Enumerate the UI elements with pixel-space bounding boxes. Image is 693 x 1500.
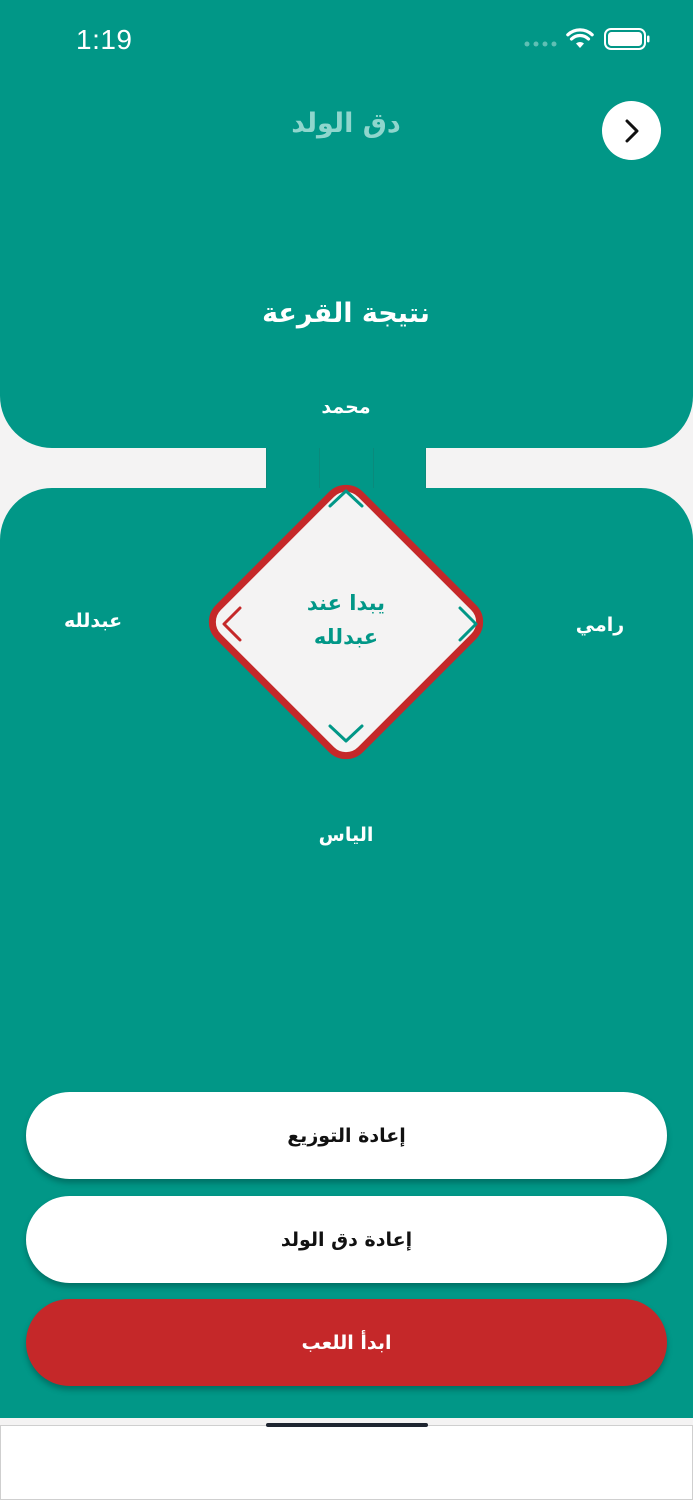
- starting-player-name: عبدلله: [313, 625, 379, 649]
- start-game-button[interactable]: ابدأ اللعب: [26, 1299, 667, 1386]
- home-indicator: [266, 1423, 428, 1427]
- battery-icon: [604, 28, 650, 50]
- wifi-icon: [566, 28, 594, 48]
- chevron-up-icon: [328, 489, 364, 508]
- page-title: دق الولد: [291, 108, 401, 139]
- panel-connector: [266, 448, 426, 488]
- connector-divider: [425, 448, 426, 488]
- draw-result-title: نتيجة القرعة: [262, 298, 430, 329]
- connector-divider: [319, 448, 320, 488]
- reroll-button[interactable]: إعادة دق الولد: [26, 1196, 667, 1283]
- player-top: محمد: [321, 396, 371, 418]
- chevron-right-icon: [625, 119, 638, 142]
- chevron-right-icon: [458, 606, 478, 642]
- ad-banner[interactable]: [0, 1425, 693, 1500]
- player-left: عبدلله: [63, 610, 123, 632]
- chevron-down-icon: [328, 724, 364, 743]
- chevron-left-icon: [222, 606, 242, 642]
- signal-icon: [524, 41, 557, 47]
- connector-divider: [373, 448, 374, 488]
- connector-divider: [266, 448, 267, 488]
- forward-button[interactable]: [602, 101, 661, 160]
- redistribute-button[interactable]: إعادة التوزيع: [26, 1092, 667, 1179]
- player-bottom: الياس: [318, 824, 374, 846]
- starting-player-label: يبدا عند عبدلله: [266, 586, 426, 654]
- starts-at-text: يبدا عند: [306, 591, 386, 615]
- status-time: 1:19: [76, 24, 133, 55]
- player-right: رامي: [575, 614, 625, 636]
- status-bar: 1:19: [0, 0, 693, 80]
